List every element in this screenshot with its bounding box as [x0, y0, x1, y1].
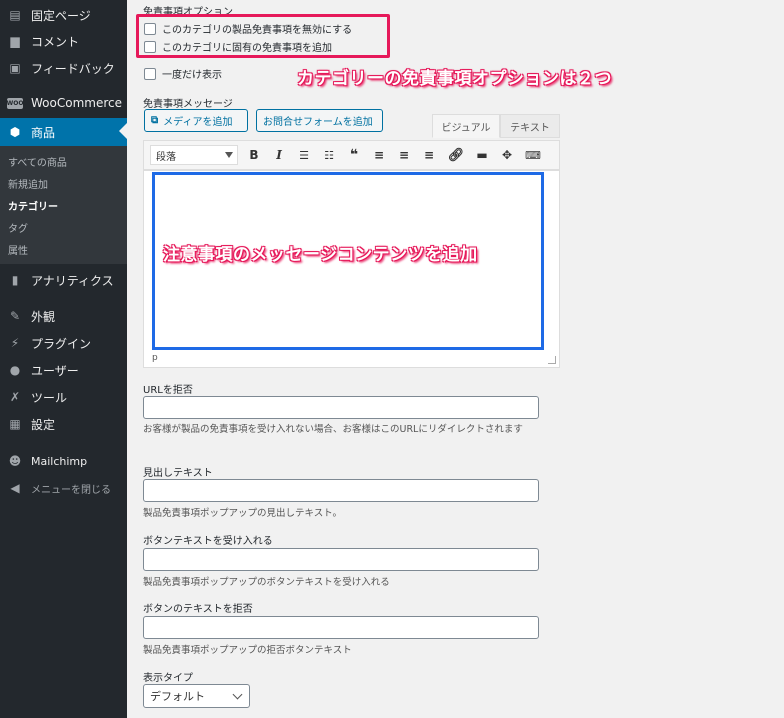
- heading-help: 製品免責事項ポップアップの見出しテキスト。: [143, 508, 343, 519]
- menu-users[interactable]: ● ユーザー: [0, 357, 127, 383]
- submenu-categories[interactable]: カテゴリー: [0, 194, 127, 216]
- toolbar-toggle-icon[interactable]: ⌨: [525, 147, 541, 163]
- options-highlight-box: [136, 14, 390, 58]
- menu-plugins[interactable]: ⚡ プラグイン: [0, 330, 127, 356]
- display-type-select[interactable]: デフォルト: [143, 684, 250, 708]
- menu-label: プラグイン: [31, 336, 92, 351]
- menu-label: 固定ページ: [31, 8, 91, 23]
- option-once-row: 一度だけ表示: [144, 66, 222, 81]
- menu-appearance[interactable]: ✎ 外観: [0, 303, 127, 329]
- product-icon: ⬢: [9, 125, 21, 139]
- link-icon[interactable]: 🔗︎: [448, 147, 465, 163]
- menu-pages[interactable]: ▤ 固定ページ: [0, 2, 127, 28]
- menu-label: ユーザー: [31, 363, 79, 378]
- accept-button-text-input[interactable]: [143, 548, 539, 571]
- button-label: お問合せフォームを追加: [263, 117, 373, 128]
- add-media-button[interactable]: ⧉ メディアを追加: [144, 109, 248, 132]
- tab-text[interactable]: テキスト: [500, 114, 560, 138]
- format-select-value: 段落: [156, 151, 176, 163]
- collapse-menu[interactable]: ◀ メニューを閉じる: [0, 475, 127, 501]
- once-checkbox[interactable]: [144, 67, 156, 80]
- mailchimp-icon: ☻: [8, 454, 22, 468]
- align-center-icon[interactable]: ≡: [396, 147, 412, 163]
- numbered-list-icon[interactable]: ☷: [321, 147, 337, 163]
- italic-icon[interactable]: I: [271, 147, 287, 163]
- tool-icon: ✗: [9, 390, 21, 404]
- accept-label: ボタンテキストを受け入れる: [143, 536, 273, 547]
- submenu-add-new[interactable]: 新規追加: [0, 172, 127, 194]
- blockquote-icon[interactable]: ❝: [346, 147, 362, 163]
- accept-help: 製品免責事項ポップアップのボタンテキストを受け入れる: [143, 577, 390, 588]
- menu-label: メニューを閉じる: [31, 484, 111, 496]
- editor-path: p: [152, 353, 158, 363]
- reject-button-text-input[interactable]: [143, 616, 539, 639]
- analytics-icon: ▮: [11, 273, 19, 287]
- user-icon: ●: [9, 363, 21, 377]
- fullscreen-icon[interactable]: ✥: [499, 147, 515, 163]
- align-right-icon[interactable]: ≡: [421, 147, 437, 163]
- editor-toolbar: 段落 B I ☰ ☷ ❝ ≡ ≡ ≡ 🔗︎ ▬ ✥ ⌨: [143, 140, 560, 170]
- submenu-attributes[interactable]: 属性: [0, 238, 127, 260]
- menu-woocommerce[interactable]: WOO WooCommerce: [0, 90, 127, 116]
- format-select[interactable]: 段落: [150, 145, 238, 165]
- menu-label: 外観: [31, 309, 56, 324]
- menu-label: WooCommerce: [31, 96, 122, 110]
- read-more-icon[interactable]: ▬: [474, 147, 490, 163]
- options-annotation: カテゴリーの免責事項オプションは２つ: [297, 69, 612, 89]
- plugin-icon: ⚡: [10, 336, 20, 350]
- reject-url-input[interactable]: [143, 396, 539, 419]
- dropdown-arrow-icon: [225, 152, 233, 158]
- collapse-icon: ◀: [10, 481, 20, 495]
- url-label: URLを拒否: [143, 385, 193, 396]
- menu-tools[interactable]: ✗ ツール: [0, 384, 127, 410]
- reject-help: 製品免責事項ポップアップの拒否ボタンテキスト: [143, 645, 352, 656]
- url-help: お客様が製品の免責事項を受け入れない場合、お客様はこのURLにリダイレクトされま…: [143, 424, 523, 435]
- heading-input[interactable]: [143, 479, 539, 502]
- menu-label: 商品: [31, 125, 56, 140]
- bullet-list-icon[interactable]: ☰: [296, 147, 312, 163]
- menu-comments[interactable]: ▆ コメント: [0, 28, 127, 54]
- submenu-all-products[interactable]: すべての商品: [0, 150, 127, 172]
- menu-label: コメント: [31, 34, 80, 49]
- menu-analytics[interactable]: ▮ アナリティクス: [0, 267, 127, 293]
- add-contact-form-button[interactable]: お問合せフォームを追加: [256, 109, 383, 132]
- chevron-down-icon: [232, 689, 243, 700]
- bold-icon[interactable]: B: [246, 147, 262, 163]
- message-label: 免責事項メッセージ: [143, 99, 233, 110]
- feedback-icon: ▣: [9, 61, 21, 75]
- menu-label: 設定: [31, 417, 56, 432]
- align-left-icon[interactable]: ≡: [371, 147, 387, 163]
- display-type-value: デフォルト: [150, 690, 205, 703]
- menu-label: フィードバック: [31, 61, 115, 76]
- comment-icon: ▆: [10, 34, 20, 48]
- submenu-tags[interactable]: タグ: [0, 216, 127, 238]
- menu-feedback[interactable]: ▣ フィードバック: [0, 55, 127, 81]
- media-icon: ⧉: [151, 115, 159, 126]
- menu-products[interactable]: ⬢ 商品: [0, 118, 127, 146]
- appearance-icon: ✎: [9, 309, 21, 323]
- resize-handle-icon[interactable]: [548, 356, 556, 364]
- admin-sidebar: ▤ 固定ページ ▆ コメント ▣ フィードバック WOO WooCommerce ⬢ 商品…: [0, 0, 127, 718]
- editor-annotation: 注意事項のメッセージコンテンツを追加: [163, 245, 478, 265]
- woocommerce-icon: WOO: [6, 97, 24, 109]
- reject-label: ボタンのテキストを拒否: [143, 604, 253, 615]
- menu-label: アナリティクス: [31, 273, 114, 288]
- menu-mailchimp[interactable]: ☻ Mailchimp: [0, 448, 127, 474]
- button-label: メディアを追加: [163, 117, 233, 128]
- menu-label: ツール: [31, 390, 68, 405]
- page-icon: ▤: [9, 8, 21, 22]
- settings-icon: ▦: [9, 417, 21, 431]
- tab-visual[interactable]: ビジュアル: [432, 114, 500, 138]
- menu-label: Mailchimp: [31, 454, 88, 468]
- menu-settings[interactable]: ▦ 設定: [0, 411, 127, 437]
- heading-label: 見出しテキスト: [143, 468, 213, 479]
- option-label: 一度だけ表示: [162, 70, 222, 81]
- display-type-label: 表示タイプ: [143, 673, 193, 684]
